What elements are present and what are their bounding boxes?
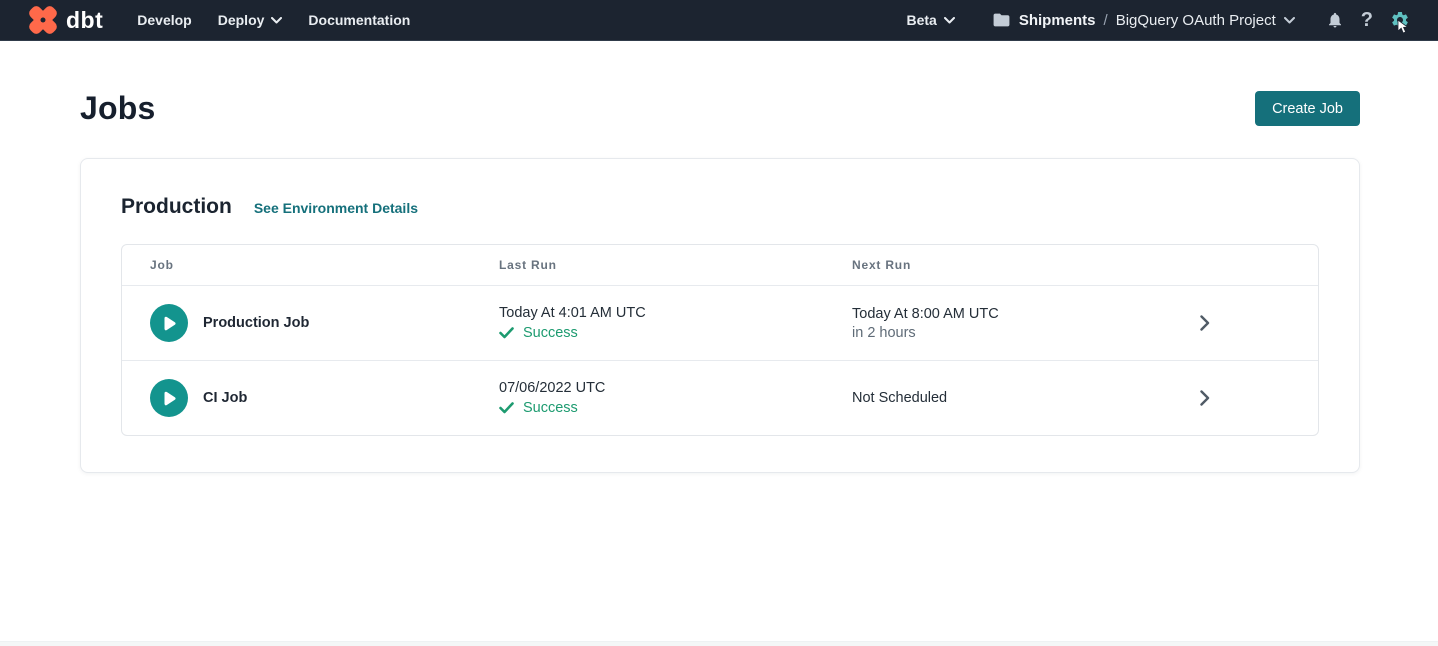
- dbt-logo-icon: [26, 3, 60, 37]
- nav-item-documentation-label: Documentation: [308, 12, 410, 28]
- breadcrumb-project[interactable]: Shipments: [1019, 12, 1096, 29]
- top-navbar: dbt Develop Deploy Documentation Beta Sh…: [0, 0, 1438, 41]
- page-header: Jobs Create Job: [80, 90, 1360, 127]
- bell-icon: [1326, 10, 1344, 30]
- chevron-down-icon: [944, 17, 955, 24]
- breadcrumb-environment-dropdown[interactable]: BigQuery OAuth Project: [1116, 12, 1295, 29]
- nav-item-develop-label: Develop: [137, 12, 191, 28]
- table-row-production-job[interactable]: Production Job Today At 4:01 AM UTC Succ…: [122, 285, 1318, 360]
- dbt-logo[interactable]: dbt: [26, 3, 103, 37]
- last-run-time: Today At 4:01 AM UTC: [499, 305, 852, 321]
- column-header-next-run: Next Run: [852, 258, 1092, 272]
- dbt-logo-text: dbt: [66, 7, 103, 34]
- job-name: Production Job: [203, 315, 309, 331]
- question-mark-icon: ?: [1361, 9, 1373, 32]
- play-icon: [162, 315, 177, 332]
- play-icon: [162, 390, 177, 407]
- navbar-right: Beta Shipments / BigQuery OAuth Project: [906, 9, 1410, 32]
- mouse-cursor-icon: [1397, 19, 1410, 34]
- status-badge: Success: [523, 325, 578, 341]
- settings-button[interactable]: [1390, 10, 1410, 30]
- last-run-status: Success: [499, 325, 852, 341]
- last-run-time: 07/06/2022 UTC: [499, 380, 852, 396]
- table-row-ci-job[interactable]: CI Job 07/06/2022 UTC Success Not Schedu…: [122, 360, 1318, 435]
- job-name: CI Job: [203, 390, 247, 406]
- run-job-button[interactable]: [150, 379, 188, 417]
- nav-item-documentation[interactable]: Documentation: [308, 12, 410, 28]
- run-job-button[interactable]: [150, 304, 188, 342]
- chevron-down-icon: [271, 17, 282, 24]
- job-cell: CI Job: [122, 379, 499, 417]
- next-run-relative: in 2 hours: [852, 325, 1092, 341]
- environment-title: Production: [121, 195, 232, 219]
- page-title: Jobs: [80, 90, 156, 127]
- folder-icon: [992, 12, 1011, 28]
- bottom-strip: [0, 641, 1438, 646]
- row-open-cell: [1092, 315, 1318, 331]
- next-run-time: Not Scheduled: [852, 390, 1092, 406]
- nav-item-deploy-label: Deploy: [218, 12, 265, 28]
- breadcrumb: Shipments / BigQuery OAuth Project: [992, 12, 1295, 29]
- create-job-button[interactable]: Create Job: [1255, 91, 1360, 126]
- check-icon: [499, 402, 514, 414]
- beta-dropdown[interactable]: Beta: [906, 12, 954, 28]
- beta-label: Beta: [906, 12, 936, 28]
- next-run-time: Today At 8:00 AM UTC: [852, 306, 1092, 322]
- check-icon: [499, 327, 514, 339]
- chevron-right-icon[interactable]: [1200, 390, 1210, 406]
- notifications-button[interactable]: [1326, 10, 1344, 30]
- environment-header: Production See Environment Details: [121, 195, 1319, 219]
- last-run-status: Success: [499, 400, 852, 416]
- help-button[interactable]: ?: [1361, 9, 1373, 32]
- column-header-job: Job: [122, 258, 499, 272]
- main-content: Jobs Create Job Production See Environme…: [0, 41, 1438, 473]
- next-run-cell: Today At 8:00 AM UTC in 2 hours: [852, 306, 1092, 341]
- next-run-cell: Not Scheduled: [852, 390, 1092, 406]
- column-header-last-run: Last Run: [499, 258, 852, 272]
- row-open-cell: [1092, 390, 1318, 406]
- last-run-cell: Today At 4:01 AM UTC Success: [499, 305, 852, 341]
- chevron-right-icon[interactable]: [1200, 315, 1210, 331]
- status-badge: Success: [523, 400, 578, 416]
- environment-card: Production See Environment Details Job L…: [80, 158, 1360, 473]
- jobs-table: Job Last Run Next Run Production Job Tod…: [121, 244, 1319, 436]
- job-cell: Production Job: [122, 304, 499, 342]
- see-environment-details-link[interactable]: See Environment Details: [254, 200, 418, 216]
- jobs-table-header: Job Last Run Next Run: [122, 245, 1318, 285]
- nav-item-deploy[interactable]: Deploy: [218, 12, 283, 28]
- breadcrumb-separator: /: [1104, 12, 1108, 29]
- chevron-down-icon: [1284, 17, 1295, 24]
- last-run-cell: 07/06/2022 UTC Success: [499, 380, 852, 416]
- nav-item-develop[interactable]: Develop: [137, 12, 191, 28]
- breadcrumb-environment-label: BigQuery OAuth Project: [1116, 12, 1276, 29]
- nav-menu: Develop Deploy Documentation: [137, 12, 410, 28]
